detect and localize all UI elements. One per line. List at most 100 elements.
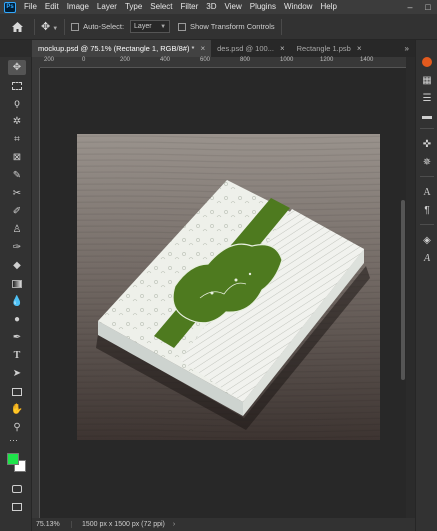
ruler-label: 200 xyxy=(44,57,55,63)
blur-tool-button[interactable]: 💧 xyxy=(8,294,26,309)
menu-select[interactable]: Select xyxy=(146,0,176,14)
hand-icon: ✋ xyxy=(10,404,24,415)
tab-des[interactable]: des.psd @ 100... × xyxy=(211,40,291,57)
pen-icon: ✒ xyxy=(12,332,22,343)
zoom-tool-button[interactable]: ⚲ xyxy=(8,420,26,435)
paragraph-icon: ¶ xyxy=(424,204,430,216)
zoom-level[interactable]: 75.13% xyxy=(32,521,72,528)
move-tool-icon: ✥ xyxy=(12,62,22,73)
auto-select-checkbox[interactable] xyxy=(71,22,80,31)
rectangle-tool-button[interactable] xyxy=(8,384,26,399)
options-bar: ✥ ▼ Auto-Select: Layer ▼ Show Transform C… xyxy=(0,14,437,40)
hand-tool-button[interactable]: ✋ xyxy=(8,402,26,417)
eraser-tool-button[interactable]: ◆ xyxy=(8,258,26,273)
properties-panel-button[interactable]: ☰ xyxy=(419,90,435,106)
status-menu-arrow[interactable]: › xyxy=(173,521,175,528)
mockup-photo xyxy=(77,134,380,440)
menu-help[interactable]: Help xyxy=(316,0,340,14)
libraries-panel-button[interactable]: ✜ xyxy=(419,136,435,152)
type-tool-button[interactable]: T xyxy=(8,348,26,363)
glyphs-panel-button[interactable]: A xyxy=(419,250,435,266)
color-panel-button[interactable] xyxy=(419,54,435,70)
move-tool-button[interactable]: ✥ xyxy=(8,60,26,75)
zoom-icon: ⚲ xyxy=(13,422,21,433)
comments-panel-button[interactable]: ▬ xyxy=(419,108,435,124)
tab-label: Rectangle 1.psb xyxy=(296,44,351,53)
maximize-button[interactable]: □ xyxy=(420,0,436,14)
tools-panel: ✥ ϙ ✲ ⌗ ⊠ ✎ ✂ ✐ ♙ ✑ ◆ 💧 ● ✒ T ➤ ✋ ⚲ ··· xyxy=(0,57,32,531)
swatches-panel-button[interactable]: ▦ xyxy=(419,72,435,88)
brush-tool-button[interactable]: ✐ xyxy=(8,204,26,219)
navigator-icon: ✵ xyxy=(422,156,432,168)
menu-image[interactable]: Image xyxy=(63,0,93,14)
crop-tool-button[interactable]: ⌗ xyxy=(8,132,26,147)
magic-wand-tool-button[interactable]: ✲ xyxy=(8,114,26,129)
canvas-area[interactable] xyxy=(40,68,406,518)
stamp-tool-button[interactable]: ♙ xyxy=(8,222,26,237)
pen-tool-button[interactable]: ✒ xyxy=(8,330,26,345)
menu-bar: Ps File Edit Image Layer Type Select Fil… xyxy=(0,0,437,14)
eyedropper-icon: ✎ xyxy=(12,170,22,181)
foreground-color-swatch[interactable] xyxy=(7,453,19,465)
character-panel-button[interactable]: A xyxy=(419,184,435,200)
frame-tool-button[interactable]: ⊠ xyxy=(8,150,26,165)
menu-window[interactable]: Window xyxy=(280,0,316,14)
history-brush-icon: ✑ xyxy=(12,242,22,253)
more-tools-icon[interactable]: ··· xyxy=(9,435,18,445)
paragraph-panel-button[interactable]: ¶ xyxy=(419,202,435,218)
menu-edit[interactable]: Edit xyxy=(41,0,63,14)
navigator-panel-button[interactable]: ✵ xyxy=(419,154,435,170)
marquee-tool-button[interactable] xyxy=(8,78,26,93)
menu-plugins[interactable]: Plugins xyxy=(246,0,280,14)
close-icon[interactable]: × xyxy=(357,44,362,53)
layers-panel-button[interactable]: ◈ xyxy=(419,232,435,248)
auto-select-dropdown[interactable]: Layer ▼ xyxy=(130,20,171,33)
gradient-icon xyxy=(12,279,22,288)
comments-icon: ▬ xyxy=(422,110,432,122)
gradient-tool-button[interactable] xyxy=(8,276,26,291)
show-transform-label: Show Transform Controls xyxy=(190,22,275,31)
eyedropper-tool-button[interactable]: ✎ xyxy=(8,168,26,183)
brush-icon: ✐ xyxy=(12,206,22,217)
color-icon xyxy=(422,57,432,67)
home-button[interactable] xyxy=(6,17,28,37)
dodge-tool-button[interactable]: ● xyxy=(8,312,26,327)
photoshop-logo[interactable]: Ps xyxy=(4,1,16,13)
ruler-top[interactable]: 200 0 200 400 600 800 1000 1200 1400 xyxy=(40,57,406,68)
panel-dock: ▦ ☰ ▬ ✜ ✵ A ¶ ◈ A xyxy=(415,40,437,531)
menu-view[interactable]: View xyxy=(221,0,246,14)
properties-icon: ☰ xyxy=(422,92,432,104)
menu-layer[interactable]: Layer xyxy=(93,0,121,14)
healing-brush-tool-button[interactable]: ✂ xyxy=(8,186,26,201)
menu-type[interactable]: Type xyxy=(121,0,146,14)
show-transform-checkbox[interactable] xyxy=(178,22,187,31)
ruler-label: 1000 xyxy=(280,57,294,63)
ruler-corner[interactable] xyxy=(32,57,40,68)
rectangle-icon xyxy=(12,387,22,396)
minimize-button[interactable]: – xyxy=(402,0,418,14)
vertical-scrollbar[interactable] xyxy=(401,200,405,380)
document-tab-bar: mockup.psd @ 75.1% (Rectangle 1, RGB/8#)… xyxy=(32,40,415,57)
tab-rectangle[interactable]: Rectangle 1.psb × xyxy=(291,40,368,57)
close-icon[interactable]: × xyxy=(280,44,285,53)
ruler-label: 0 xyxy=(82,57,86,63)
tab-label: mockup.psd @ 75.1% (Rectangle 1, RGB/8#)… xyxy=(38,44,195,53)
menu-file[interactable]: File xyxy=(20,0,41,14)
close-icon[interactable]: × xyxy=(200,44,205,53)
quick-mask-button[interactable] xyxy=(8,481,26,496)
separator xyxy=(64,18,66,35)
tab-mockup[interactable]: mockup.psd @ 75.1% (Rectangle 1, RGB/8#)… xyxy=(32,40,212,57)
document-image[interactable] xyxy=(40,68,406,518)
ruler-left[interactable] xyxy=(32,68,40,518)
chevron-down-icon: ▼ xyxy=(160,23,167,30)
move-tool-preset-button[interactable]: ✥ ▼ xyxy=(41,20,58,33)
menu-filter[interactable]: Filter xyxy=(177,0,203,14)
menu-3d[interactable]: 3D xyxy=(202,0,220,14)
screen-mode-icon xyxy=(12,502,22,511)
lasso-tool-button[interactable]: ϙ xyxy=(8,96,26,111)
history-brush-tool-button[interactable]: ✑ xyxy=(8,240,26,255)
auto-select-value: Layer xyxy=(134,23,152,30)
tab-overflow-button[interactable]: » xyxy=(399,40,415,57)
path-select-tool-button[interactable]: ➤ xyxy=(8,366,26,381)
screen-mode-button[interactable] xyxy=(8,499,26,514)
